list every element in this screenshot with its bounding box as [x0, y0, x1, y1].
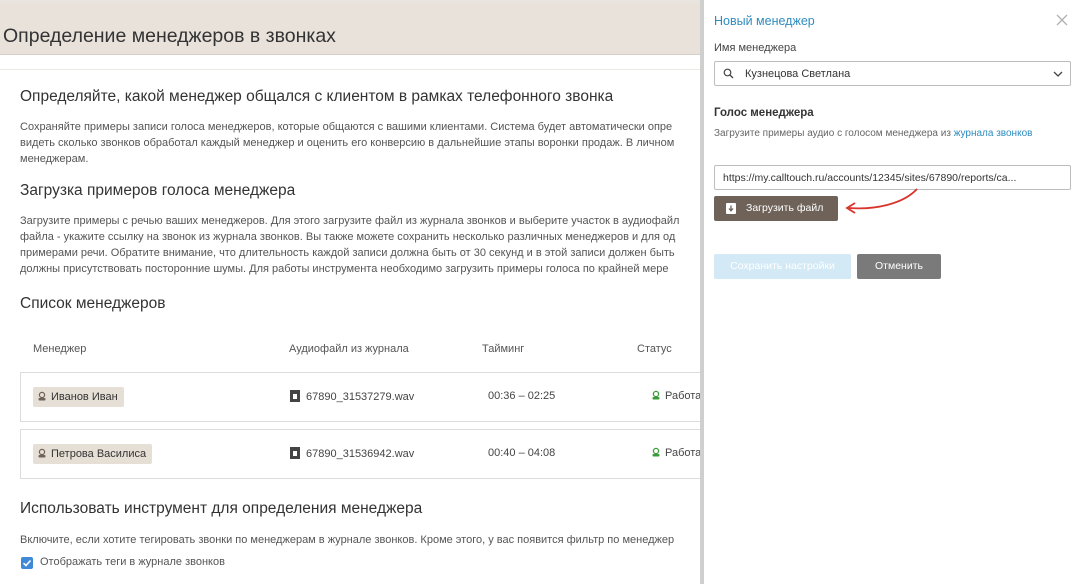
panel-title: Новый менеджер	[714, 14, 815, 28]
tool-desc: Включите, если хотите тегировать звонки …	[20, 534, 675, 546]
tool-title: Использовать инструмент для определения …	[20, 500, 423, 517]
check-icon	[22, 559, 32, 567]
file-icon	[290, 390, 300, 402]
intro-line-3: менеджерам.	[20, 153, 89, 165]
timing: 00:36 – 02:25	[488, 390, 556, 402]
annotation-arrow	[845, 188, 918, 214]
audio-file[interactable]: 67890_31537279.wav	[290, 390, 414, 403]
col-manager: Менеджер	[33, 343, 87, 355]
status: Работа	[651, 390, 700, 402]
upload-line-2: файла - укажите ссылку на звонок из журн…	[20, 231, 676, 243]
upload-icon	[726, 203, 736, 214]
upload-line-4: должны присутствовать посторонние шумы. …	[20, 263, 669, 275]
show-tags-label[interactable]: Отображать теги в журнале звонков	[40, 556, 225, 568]
upload-line-3: примерами речи. Обратите внимание, что д…	[20, 247, 675, 259]
manager-name-label: Имя менеджера	[714, 42, 797, 54]
intro-line-2: видеть сколько звонков обработал каждый …	[20, 137, 675, 149]
voice-desc: Загрузите примеры аудио с голосом менедж…	[714, 128, 1033, 139]
page-header: Определение менеджеров в звонках	[0, 3, 700, 55]
intro-title: Определяйте, какой менеджер общался с кл…	[20, 88, 614, 105]
table-row[interactable]: Иванов Иван 67890_31537279.wav 00:36 – 0…	[20, 372, 700, 422]
table-row[interactable]: Петрова Василиса 67890_31536942.wav 00:4…	[20, 429, 700, 479]
headset-icon	[38, 391, 46, 401]
chevron-down-icon	[1053, 71, 1063, 77]
managers-title: Список менеджеров	[20, 295, 166, 312]
close-icon[interactable]	[1054, 12, 1070, 28]
status-headset-icon	[652, 390, 660, 400]
upload-file-button[interactable]: Загрузить файл	[714, 196, 838, 221]
col-timing: Тайминг	[482, 343, 525, 355]
manager-name-value: Кузнецова Светлана	[745, 68, 851, 80]
call-log-link[interactable]: журнала звонков	[954, 128, 1033, 139]
cancel-button[interactable]: Отменить	[857, 254, 941, 279]
audio-file[interactable]: 67890_31536942.wav	[290, 447, 414, 460]
show-tags-checkbox[interactable]	[21, 557, 33, 569]
file-icon	[290, 447, 300, 459]
new-manager-panel: Новый менеджер Имя менеджера Кузнецова С…	[704, 0, 1080, 584]
status-headset-icon	[652, 447, 660, 457]
search-icon	[723, 68, 734, 79]
upload-line-1: Загрузите примеры с речью ваших менеджер…	[20, 215, 680, 227]
intro-line-1: Сохраняйте примеры записи голоса менедже…	[20, 121, 673, 133]
manager-name-select[interactable]: Кузнецова Светлана	[714, 61, 1071, 86]
headset-icon	[38, 448, 46, 458]
save-settings-button[interactable]: Сохранить настройки	[714, 254, 851, 279]
status: Работа	[651, 447, 700, 459]
col-status: Статус	[637, 343, 672, 355]
main-content: Определение менеджеров в звонках Определ…	[0, 0, 700, 584]
col-audiofile: Аудиофайл из журнала	[289, 343, 409, 355]
manager-tag: Петрова Василиса	[33, 444, 153, 464]
upload-section-title: Загрузка примеров голоса менеджера	[20, 182, 296, 199]
manager-name: Иванов Иван	[51, 391, 118, 403]
manager-tag: Иванов Иван	[33, 387, 124, 407]
timing: 00:40 – 04:08	[488, 447, 556, 459]
voice-title: Голос менеджера	[714, 107, 814, 119]
manager-name: Петрова Василиса	[51, 448, 147, 460]
page-title: Определение менеджеров в звонках	[3, 25, 336, 47]
